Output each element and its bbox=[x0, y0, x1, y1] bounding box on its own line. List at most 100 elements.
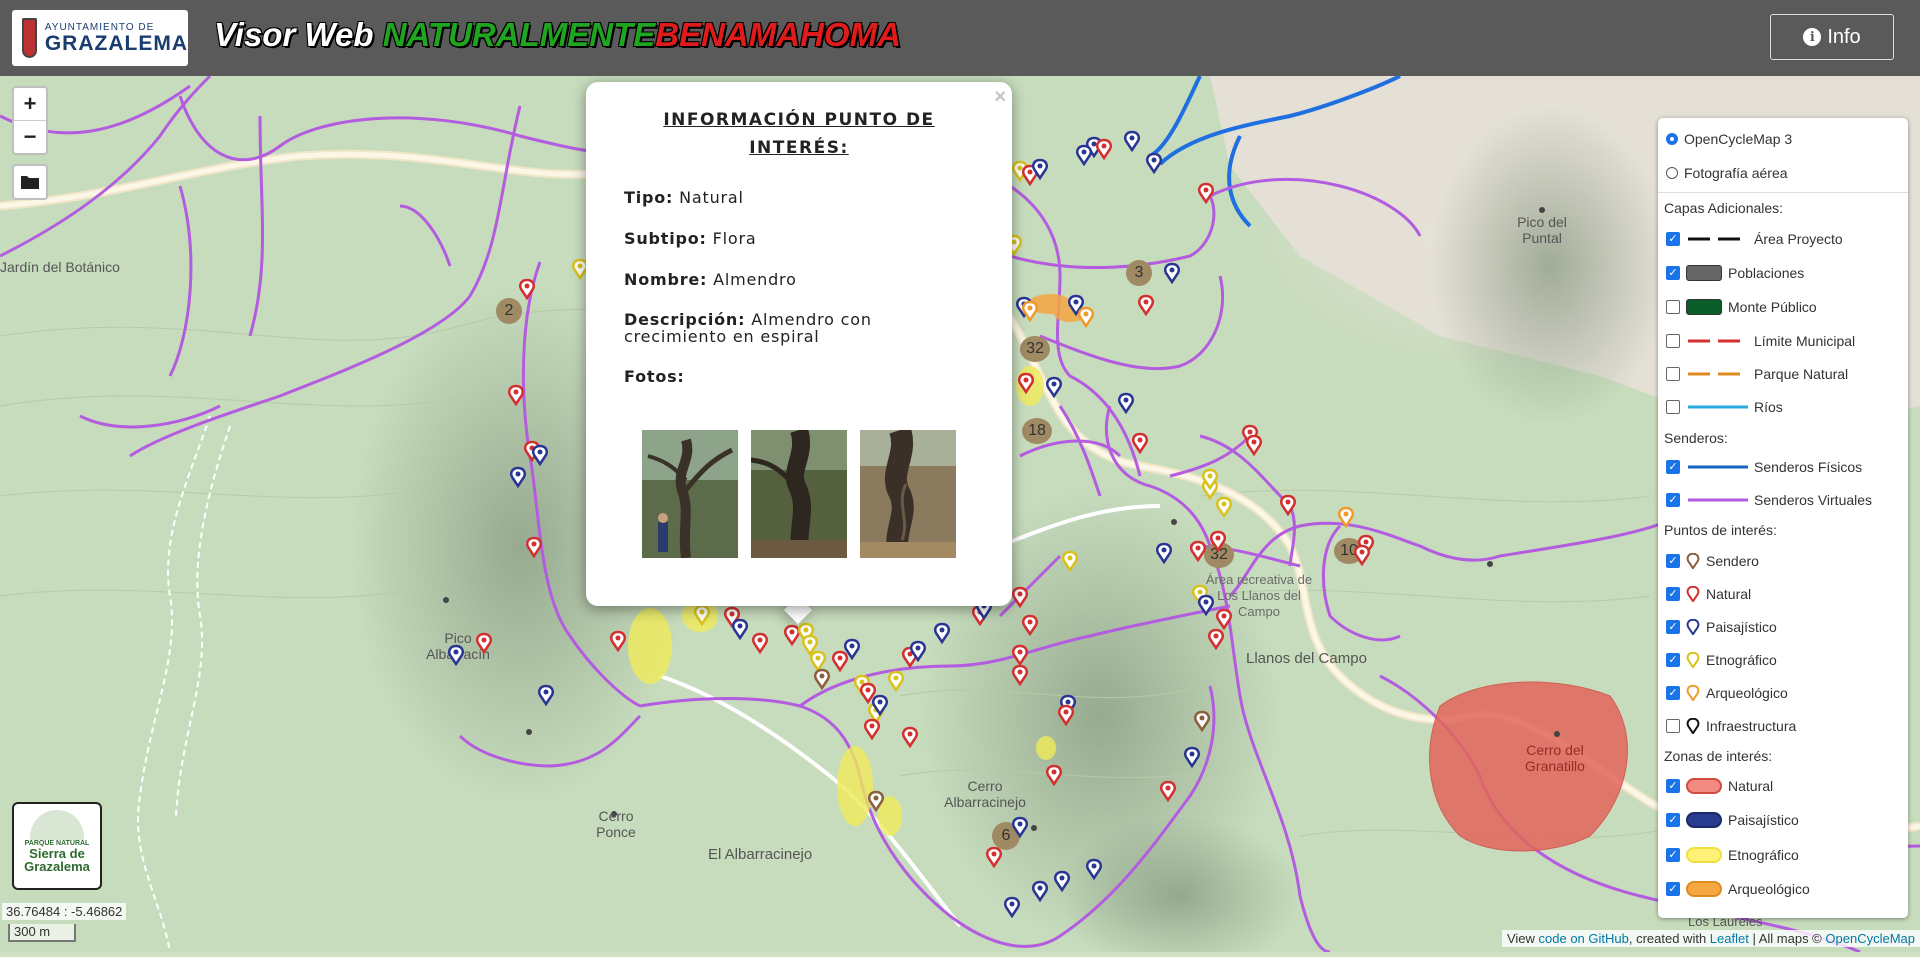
checkbox[interactable]: ✓ bbox=[1666, 232, 1680, 246]
zone-swatch bbox=[1686, 881, 1722, 897]
base-layer-label: Fotografía aérea bbox=[1684, 165, 1788, 181]
zoom-out-button[interactable]: − bbox=[14, 121, 46, 153]
checkbox[interactable]: ✓ bbox=[1666, 779, 1680, 793]
checkbox[interactable] bbox=[1666, 300, 1680, 314]
layer-zona-etnografico[interactable]: ✓ Etnográfico bbox=[1666, 846, 1799, 864]
checkbox[interactable]: ✓ bbox=[1666, 266, 1680, 280]
layer-limite-municipal[interactable]: Límite Municipal bbox=[1666, 332, 1855, 350]
map-attribution: View code on GitHub, created with Leafle… bbox=[1501, 930, 1920, 947]
layer-punto-arqueologico[interactable]: ✓ Arqueológico bbox=[1666, 684, 1788, 702]
layer-label: Infraestructura bbox=[1706, 718, 1797, 734]
divider bbox=[1658, 192, 1908, 193]
map-pin-icon bbox=[1686, 553, 1700, 569]
checkbox[interactable]: ✓ bbox=[1666, 813, 1680, 827]
checkbox[interactable]: ✓ bbox=[1666, 620, 1680, 634]
layer-label: Senderos Físicos bbox=[1754, 459, 1863, 475]
layer-punto-etnografico[interactable]: ✓ Etnográfico bbox=[1666, 651, 1777, 669]
line-swatch bbox=[1688, 465, 1748, 469]
dashed-line-swatch bbox=[1688, 237, 1748, 241]
opencyclemap-link[interactable]: OpenCycleMap bbox=[1825, 931, 1915, 946]
layer-label: Paisajístico bbox=[1706, 619, 1777, 635]
logo-title: GRAZALEMA bbox=[44, 31, 188, 55]
base-layer-opencyclemap[interactable]: OpenCycleMap 3 bbox=[1666, 130, 1792, 148]
layer-label: Área Proyecto bbox=[1754, 231, 1843, 247]
map-pin-icon bbox=[1686, 718, 1700, 734]
layer-label: Paisajístico bbox=[1728, 812, 1799, 828]
checkbox[interactable] bbox=[1666, 400, 1680, 414]
layer-punto-sendero[interactable]: ✓ Sendero bbox=[1666, 552, 1759, 570]
popup-descripcion-row: Descripción: Almendro con crecimiento en… bbox=[624, 311, 974, 345]
folder-button[interactable] bbox=[12, 164, 48, 200]
zoom-control: + − bbox=[12, 86, 48, 155]
popup-tipo-label: Tipo: bbox=[624, 188, 674, 207]
base-layer-aerial[interactable]: Fotografía aérea bbox=[1666, 164, 1788, 182]
park-logo[interactable]: PARQUE NATURAL Sierra de Grazalema bbox=[12, 802, 102, 890]
checkbox[interactable] bbox=[1666, 334, 1680, 348]
popup-fotos-label: Fotos: bbox=[624, 367, 685, 386]
layer-poblaciones[interactable]: ✓ Poblaciones bbox=[1666, 264, 1804, 282]
layer-parque-natural[interactable]: Parque Natural bbox=[1666, 365, 1848, 383]
photo-thumbnail[interactable] bbox=[642, 430, 738, 558]
checkbox[interactable]: ✓ bbox=[1666, 653, 1680, 667]
layer-label: Etnográfico bbox=[1728, 847, 1799, 863]
radio-aerial[interactable] bbox=[1666, 167, 1678, 179]
info-button[interactable]: i Info bbox=[1770, 14, 1894, 60]
layer-senderos-virtuales[interactable]: ✓ Senderos Virtuales bbox=[1666, 491, 1872, 509]
fill-swatch bbox=[1686, 299, 1722, 315]
layer-punto-infraestructura[interactable]: Infraestructura bbox=[1666, 717, 1796, 735]
popup-close-button[interactable]: × bbox=[994, 86, 1006, 109]
checkbox[interactable]: ✓ bbox=[1666, 493, 1680, 507]
popup-subtipo-value: Flora bbox=[712, 229, 757, 248]
layer-zona-paisajistico[interactable]: ✓ Paisajístico bbox=[1666, 811, 1799, 829]
checkbox[interactable] bbox=[1666, 719, 1680, 733]
section-senderos: Senderos: bbox=[1664, 430, 1728, 446]
layer-senderos-fisicos[interactable]: ✓ Senderos Físicos bbox=[1666, 458, 1862, 476]
section-capas-adicionales: Capas Adicionales: bbox=[1664, 200, 1784, 216]
layer-rios[interactable]: Ríos bbox=[1666, 398, 1783, 416]
layer-punto-paisajistico[interactable]: ✓ Paisajístico bbox=[1666, 618, 1777, 636]
title-red: BENAMAHOMA bbox=[655, 16, 901, 53]
layer-label: Monte Público bbox=[1728, 299, 1817, 315]
fill-swatch bbox=[1686, 265, 1722, 281]
layer-punto-natural[interactable]: ✓ Natural bbox=[1666, 585, 1751, 603]
dashed-line-swatch bbox=[1688, 372, 1748, 376]
municipality-logo[interactable]: AYUNTAMIENTO DE GRAZALEMA bbox=[12, 10, 188, 66]
zoom-in-button[interactable]: + bbox=[14, 88, 46, 121]
github-link[interactable]: code on GitHub bbox=[1539, 931, 1629, 946]
layer-label: Límite Municipal bbox=[1754, 333, 1856, 349]
photo-thumbnail[interactable] bbox=[860, 430, 956, 558]
layer-label: Natural bbox=[1728, 778, 1774, 794]
checkbox[interactable] bbox=[1666, 367, 1680, 381]
attribution-text: View bbox=[1506, 931, 1539, 946]
layer-monte-publico[interactable]: Monte Público bbox=[1666, 298, 1817, 316]
checkbox[interactable]: ✓ bbox=[1666, 460, 1680, 474]
park-emblem-icon bbox=[30, 810, 84, 840]
park-logo-line2: Grazalema bbox=[24, 859, 90, 874]
photo-thumbnail[interactable] bbox=[751, 430, 847, 558]
checkbox[interactable]: ✓ bbox=[1666, 554, 1680, 568]
attribution-text: , created with bbox=[1628, 931, 1710, 946]
layer-label: Sendero bbox=[1706, 553, 1759, 569]
layer-label: Ríos bbox=[1754, 399, 1783, 415]
scale-bar: 300 m bbox=[8, 924, 76, 942]
app-header: AYUNTAMIENTO DE GRAZALEMA Visor Web NATU… bbox=[0, 0, 1920, 76]
layer-control-panel: OpenCycleMap 3 Fotografía aérea Capas Ad… bbox=[1658, 118, 1908, 918]
layer-label: Parque Natural bbox=[1754, 366, 1849, 382]
layer-label: Poblaciones bbox=[1728, 265, 1805, 281]
layer-zona-natural[interactable]: ✓ Natural bbox=[1666, 777, 1773, 795]
coat-of-arms-icon bbox=[22, 18, 37, 58]
radio-opencyclemap[interactable] bbox=[1666, 133, 1678, 145]
layer-label: Senderos Virtuales bbox=[1754, 492, 1873, 508]
checkbox[interactable]: ✓ bbox=[1666, 882, 1680, 896]
title-green: NATURALMENTE bbox=[382, 16, 656, 53]
layer-zona-arqueologico[interactable]: ✓ Arqueológico bbox=[1666, 880, 1810, 898]
layer-area-proyecto[interactable]: ✓ Área Proyecto bbox=[1666, 230, 1843, 248]
mouse-coordinates: 36.76484 : -5.46862 bbox=[2, 903, 127, 920]
map-pin-icon bbox=[1686, 586, 1700, 602]
dashed-line-swatch bbox=[1688, 339, 1748, 343]
checkbox[interactable]: ✓ bbox=[1666, 686, 1680, 700]
popup-title: INFORMACIÓN PUNTO DE INTERÉS: bbox=[663, 110, 935, 158]
leaflet-link[interactable]: Leaflet bbox=[1710, 931, 1749, 946]
checkbox[interactable]: ✓ bbox=[1666, 587, 1680, 601]
checkbox[interactable]: ✓ bbox=[1666, 848, 1680, 862]
